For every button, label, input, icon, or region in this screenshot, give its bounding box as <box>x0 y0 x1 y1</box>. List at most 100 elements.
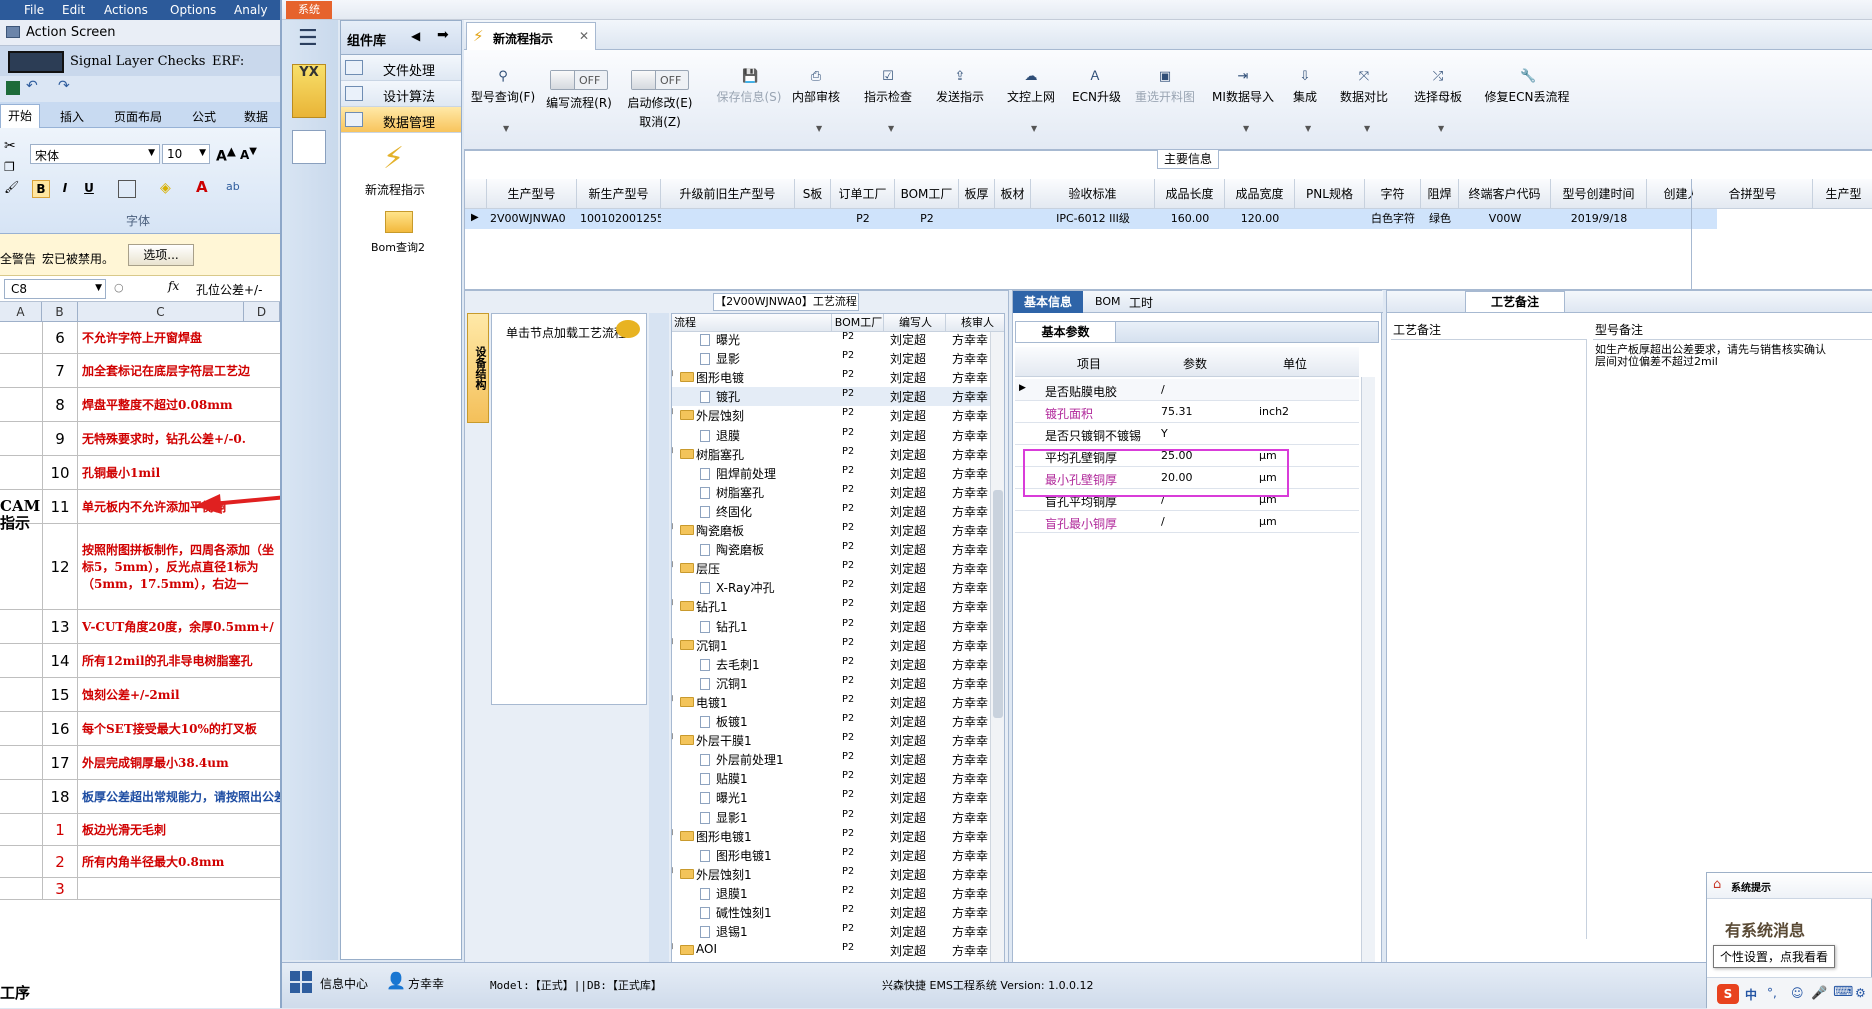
component-file[interactable]: 文件处理 <box>341 55 461 81</box>
flow-row[interactable]: ⊟层压P2刘定超方幸幸已审核 <box>672 559 1004 578</box>
collapse-icon[interactable]: ⊟ <box>672 369 674 379</box>
info-cell[interactable] <box>795 209 831 229</box>
info-cell[interactable] <box>1295 209 1365 229</box>
info-cell[interactable]: 白色字符 <box>1365 209 1421 229</box>
tab-formulas[interactable]: 公式 <box>192 108 216 125</box>
collapse-icon[interactable]: ⊟ <box>672 694 674 704</box>
flow-row[interactable]: ⊟钻孔1P2刘定超方幸幸已审核 <box>672 597 1004 616</box>
info-col-header[interactable]: 成品长度 <box>1155 179 1225 209</box>
tab-work-hours[interactable]: 工时 <box>1129 294 1153 311</box>
merge-col-header-2[interactable]: 生产型 <box>1813 179 1872 209</box>
flow-row[interactable]: 钻孔1P2刘定超方幸幸已审核 <box>672 617 1004 636</box>
info-cell[interactable] <box>661 209 795 229</box>
column-d[interactable]: D <box>244 302 280 322</box>
collapse-icon[interactable]: ⊟ <box>672 560 674 570</box>
info-col-header[interactable]: 板厚 <box>959 179 995 209</box>
tab-data[interactable]: 数据 <box>244 108 268 125</box>
flow-row[interactable]: 终固化P2刘定超方幸幸已审核 <box>672 502 1004 521</box>
toolbar-wrench-button[interactable]: 🔧 修复ECN丢流程 <box>1480 50 1574 150</box>
info-col-header[interactable]: 成品宽度 <box>1225 179 1295 209</box>
collapse-icon[interactable]: ⊟ <box>672 942 674 952</box>
collapse-icon[interactable]: ⊟ <box>672 637 674 647</box>
info-col-header[interactable]: 验收标准 <box>1031 179 1155 209</box>
info-center-link[interactable]: 信息中心 <box>320 975 368 992</box>
grow-font-icon[interactable]: A▲ <box>216 144 236 165</box>
info-col-header[interactable]: 终端客户代码 <box>1459 179 1551 209</box>
struct-tab[interactable]: 设备结构 <box>467 313 489 423</box>
cut-icon[interactable]: ✂ <box>4 138 16 154</box>
toggle-switch[interactable]: OFF <box>550 70 608 90</box>
toolbar-print-button[interactable]: ⎙ 内部审核 ▼ <box>788 50 844 150</box>
info-cell[interactable] <box>959 209 995 229</box>
italic-button[interactable]: I <box>56 180 74 198</box>
info-cell[interactable]: 2019/9/18 <box>1551 209 1647 229</box>
scroll-thumb[interactable] <box>993 490 1003 718</box>
row-text[interactable]: V-CUT角度20度，余厚0.5mm+/ <box>80 619 280 636</box>
model-remark-text[interactable]: 如生产板厚超出公差要求，请先与销售核实确认 层间对位偏差不超过2mil <box>1593 339 1872 939</box>
flow-row[interactable]: 退锡1P2刘定超方幸幸已审核 <box>672 922 1004 941</box>
row-text[interactable]: 不允许字符上开窗焊盘 <box>80 330 280 347</box>
column-c[interactable]: C <box>78 302 244 322</box>
tab-basic-info[interactable]: 基本信息 <box>1013 291 1083 313</box>
process-remark-text[interactable] <box>1391 339 1587 939</box>
tab-page-layout[interactable]: 页面布局 <box>114 108 162 125</box>
splitter[interactable] <box>649 313 669 977</box>
calculator-icon[interactable] <box>292 130 326 164</box>
formula-input[interactable]: 孔位公差+/- <box>196 281 280 298</box>
fill-color-icon[interactable]: ◈ <box>160 180 171 196</box>
info-cell[interactable]: 120.00 <box>1225 209 1295 229</box>
flow-row[interactable]: 退膜P2刘定超方幸幸已审核 <box>672 426 1004 445</box>
menu-file[interactable]: File <box>24 3 44 17</box>
row-text[interactable]: 板厚公差超出常规能力，请按照出公差要求，请先与销售核实确 <box>80 789 280 806</box>
toolbar-toggle-button[interactable]: OFF 编写流程(R) <box>546 50 612 150</box>
param-row[interactable]: 镀孔面积 75.31 inch2 <box>1015 401 1359 423</box>
info-col-header[interactable]: 升级前旧生产型号 <box>661 179 795 209</box>
collapse-icon[interactable]: ⊟ <box>672 866 674 876</box>
info-cell[interactable] <box>1647 209 1717 229</box>
info-col-header[interactable]: 阻焊 <box>1421 179 1459 209</box>
format-painter-icon[interactable]: 🖌 <box>4 180 19 194</box>
shrink-font-icon[interactable]: A▼ <box>240 146 257 162</box>
toolbar-merge-button[interactable]: ⇩ 集成 ▼ <box>1286 50 1324 150</box>
function-icon[interactable]: fx <box>168 279 179 293</box>
name-box[interactable]: C8 ▼ <box>4 279 106 299</box>
row-text[interactable]: 焊盘平整度不超过0.08mm <box>80 397 280 414</box>
param-value[interactable]: 75.31 <box>1161 405 1193 418</box>
tab-insert[interactable]: 插入 <box>60 108 84 125</box>
toolbar-ecn-button[interactable]: Ａ ECN升级 <box>1072 50 1121 150</box>
flow-row[interactable]: 显影1P2刘定超方幸幸已审核 <box>672 808 1004 827</box>
collapse-icon[interactable]: ⊟ <box>672 522 674 532</box>
undo-icon[interactable]: ↶ <box>26 78 38 94</box>
flow-row[interactable]: ⊟外层干膜1P2刘定超方幸幸已审核 <box>672 731 1004 750</box>
toolbar-shuffle-button[interactable]: ⤮ 选择母板 ▼ <box>1408 50 1468 150</box>
app-logo-icon[interactable]: YX <box>292 64 326 118</box>
ime-emoji[interactable]: ☺ <box>1791 986 1804 1000</box>
info-col-header[interactable]: PNL规格 <box>1295 179 1365 209</box>
info-col-header[interactable]: 板材 <box>995 179 1031 209</box>
info-col-header[interactable]: 订单工厂 <box>831 179 895 209</box>
param-value[interactable]: / <box>1161 515 1165 528</box>
flow-row[interactable]: ⊟陶瓷磨板P2刘定超方幸幸已审核 <box>672 521 1004 540</box>
ime-punct[interactable]: °, <box>1767 986 1777 1000</box>
menu-edit[interactable]: Edit <box>62 3 85 17</box>
info-col-header[interactable]: BOM工厂 <box>895 179 959 209</box>
menu-options[interactable]: Options <box>170 3 216 17</box>
column-b[interactable]: B <box>42 302 78 322</box>
flow-row[interactable]: ⊟AOIP2刘定超方幸幸已审核 <box>672 941 1004 960</box>
options-button[interactable]: 选项... <box>128 244 194 266</box>
keyboard-icon[interactable]: ⌨ <box>1833 984 1853 1000</box>
ime-logo-icon[interactable]: S <box>1717 984 1739 1004</box>
phonetic-icon[interactable]: ab <box>226 180 240 193</box>
close-icon[interactable]: ✕ <box>579 29 589 43</box>
param-row[interactable]: ▶ 是否贴膜电胶 / <box>1015 379 1359 401</box>
tab-bom[interactable]: BOM <box>1095 295 1121 308</box>
flow-row[interactable]: 树脂塞孔P2刘定超方幸幸已审核 <box>672 483 1004 502</box>
param-value[interactable]: Y <box>1161 427 1168 440</box>
flow-row[interactable]: 曝光1P2刘定超方幸幸已审核 <box>672 788 1004 807</box>
menu-actions[interactable]: Actions <box>104 3 148 17</box>
param-value[interactable]: / <box>1161 383 1165 396</box>
toolbar-toggle-button[interactable]: OFF 启动修改(E) 取消(Z) <box>620 50 700 150</box>
hamburger-icon[interactable]: ☰ <box>298 26 318 51</box>
copy-icon[interactable]: ❐ <box>4 160 15 174</box>
collapse-icon[interactable]: ⊟ <box>672 407 674 417</box>
